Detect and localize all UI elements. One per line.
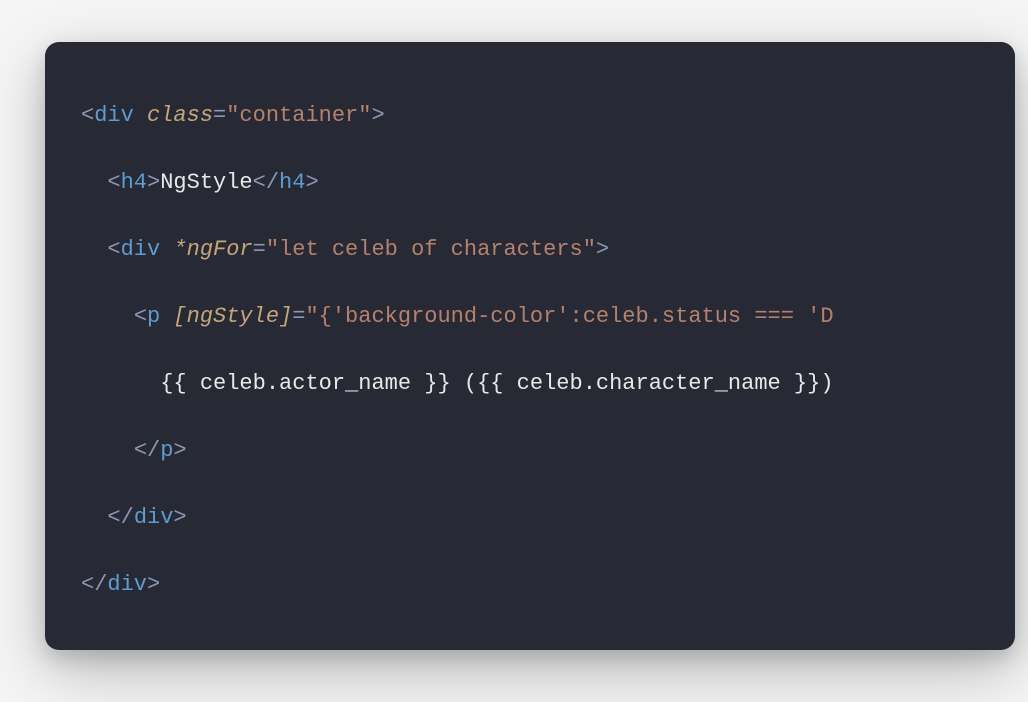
bracket: >: [371, 103, 384, 128]
tag-div: div: [94, 103, 134, 128]
code-content: <div class="container"> <h4>NgStyle</h4>…: [81, 82, 1015, 618]
text-ngstyle: NgStyle: [160, 170, 252, 195]
bracket: </: [81, 572, 107, 597]
bracket: <: [81, 103, 94, 128]
indent: [81, 505, 107, 530]
string-ngfor: "let celeb of characters": [266, 237, 596, 262]
code-line-8: </div>: [81, 572, 160, 597]
text-interpolation: {{ celeb.actor_name }} ({{ celeb.charact…: [160, 371, 833, 396]
bracket: >: [596, 237, 609, 262]
bracket: </: [107, 505, 133, 530]
indent: [81, 237, 107, 262]
equals: =: [253, 237, 266, 262]
indent: [81, 438, 134, 463]
code-line-3: <div *ngFor="let celeb of characters">: [81, 237, 609, 262]
bracket: >: [173, 505, 186, 530]
tag-p: p: [147, 304, 160, 329]
tag-h4: h4: [121, 170, 147, 195]
code-line-4: <p [ngStyle]="{'background-color':celeb.…: [81, 304, 834, 329]
code-line-6: </p>: [81, 438, 187, 463]
string-ngstyle: "{'background-color':celeb.status === 'D: [305, 304, 833, 329]
bracket: >: [305, 170, 318, 195]
equals: =: [213, 103, 226, 128]
code-line-5: {{ celeb.actor_name }} ({{ celeb.charact…: [81, 371, 834, 396]
indent: [81, 304, 134, 329]
tag-div: div: [107, 572, 147, 597]
indent: [81, 371, 160, 396]
attr-ngfor: *ngFor: [173, 237, 252, 262]
bracket: <: [107, 237, 120, 262]
attr-class: class: [147, 103, 213, 128]
code-line-1: <div class="container">: [81, 103, 385, 128]
bracket: >: [173, 438, 186, 463]
bracket: </: [134, 438, 160, 463]
tag-div: div: [134, 505, 174, 530]
bracket: </: [253, 170, 279, 195]
bracket: <: [134, 304, 147, 329]
string-container: "container": [226, 103, 371, 128]
attr-ngstyle: [ngStyle]: [173, 304, 292, 329]
equals: =: [292, 304, 305, 329]
bracket: >: [147, 170, 160, 195]
indent: [81, 170, 107, 195]
tag-div: div: [121, 237, 161, 262]
bracket: <: [107, 170, 120, 195]
code-line-7: </div>: [81, 505, 187, 530]
tag-h4: h4: [279, 170, 305, 195]
code-line-2: <h4>NgStyle</h4>: [81, 170, 319, 195]
bracket: >: [147, 572, 160, 597]
code-block: <div class="container"> <h4>NgStyle</h4>…: [45, 42, 1015, 650]
tag-p: p: [160, 438, 173, 463]
